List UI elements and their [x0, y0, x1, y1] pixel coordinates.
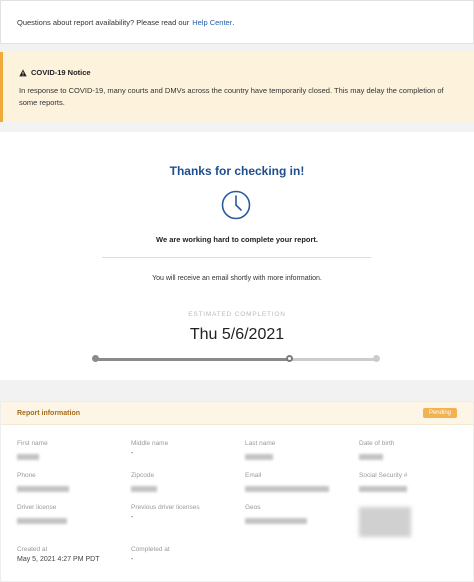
status-card: Thanks for checking in! We are working h… [0, 132, 474, 380]
email-note: You will receive an email shortly with m… [152, 275, 322, 282]
field-label: First name [17, 440, 48, 447]
field-date-of-birth: Date of birth [359, 440, 469, 465]
redacted-value [359, 486, 407, 492]
progress-fill [94, 358, 290, 361]
field-value: May 5, 2021 4:27 PM PDT [17, 556, 100, 563]
report-title: Report information [17, 409, 80, 417]
redacted-value [245, 486, 329, 492]
redacted-value [17, 454, 39, 460]
field-label: Date of birth [359, 440, 395, 447]
redacted-value [17, 518, 67, 524]
redacted-value [245, 454, 273, 460]
redacted-value [17, 486, 69, 492]
field-label: Created at [17, 546, 48, 553]
clock-icon [221, 190, 251, 220]
field-redacted-block [359, 502, 469, 542]
field-label: Email [245, 472, 262, 479]
field-value: - [131, 556, 134, 563]
help-text: Questions about report availability? Ple… [17, 17, 190, 27]
field-label: Driver license [17, 504, 57, 511]
covid-notice: COVID-19 Notice In response to COVID-19,… [0, 52, 474, 122]
field-label: Middle name [131, 440, 169, 447]
progress-start-marker [92, 355, 99, 362]
field-label: Completed at [131, 546, 170, 553]
redacted-value [245, 518, 307, 524]
help-period: . [232, 17, 235, 27]
field-phone: Phone [17, 472, 127, 497]
field-middle-name: Middle name - [131, 440, 241, 457]
field-label: Zipcode [131, 472, 155, 479]
field-value: - [131, 514, 134, 521]
redacted-value [359, 507, 411, 537]
report-information-card: Report information Pending First name Mi… [0, 401, 474, 582]
field-last-name: Last name [245, 440, 355, 465]
notice-title-row: COVID-19 Notice [19, 68, 460, 77]
estimated-completion-date: Thu 5/6/2021 [189, 326, 285, 343]
report-header: Report information Pending [1, 402, 473, 425]
field-driver-license: Driver license [17, 504, 127, 529]
field-label: Phone [17, 472, 36, 479]
help-bar: Questions about report availability? Ple… [0, 0, 474, 44]
progress-current-marker [285, 355, 293, 362]
notice-title: COVID-19 Notice [31, 68, 91, 77]
field-geos: Geos [245, 504, 355, 529]
field-email: Email [245, 472, 355, 497]
notice-body: In response to COVID-19, many courts and… [19, 86, 444, 107]
field-previous-driver-licenses: Previous driver licenses - [131, 504, 241, 521]
completion-progress-bar [92, 355, 380, 362]
field-zipcode: Zipcode [131, 472, 241, 497]
field-first-name: First name [17, 440, 127, 465]
working-message: We are working hard to complete your rep… [156, 235, 318, 244]
field-label: Geos [245, 504, 261, 511]
warning-icon [19, 68, 27, 76]
field-label: Last name [245, 440, 276, 447]
field-ssn: Social Security # [359, 472, 469, 497]
redacted-value [131, 486, 157, 492]
estimated-completion-label: ESTIMATED COMPLETION [188, 311, 286, 318]
field-label: Previous driver licenses [131, 504, 200, 511]
field-completed-at: Completed at - [131, 546, 241, 563]
field-created-at: Created at May 5, 2021 4:27 PM PDT [17, 546, 127, 563]
help-center-link[interactable]: Help Center [192, 18, 232, 27]
status-badge: Pending [422, 408, 457, 418]
redacted-value [359, 454, 383, 460]
divider [102, 257, 371, 258]
field-value: - [131, 450, 134, 457]
field-label: Social Security # [359, 472, 408, 479]
status-title: Thanks for checking in! [169, 164, 305, 178]
progress-end-marker [373, 355, 380, 362]
